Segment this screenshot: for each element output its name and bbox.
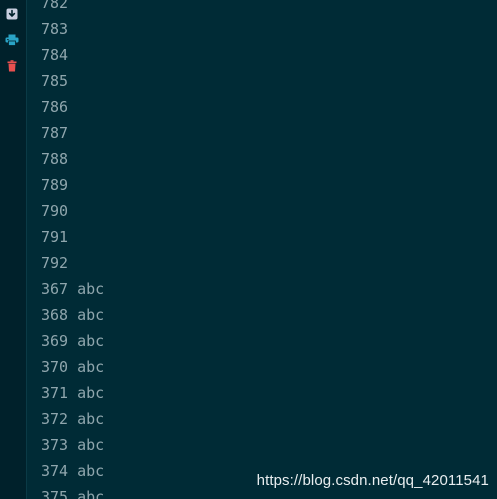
console-line: 791 xyxy=(41,228,69,246)
console-line: 786 xyxy=(41,98,69,116)
console-line: 789 xyxy=(41,176,69,194)
console-line: 787 xyxy=(41,124,69,142)
console-line: 368 abc xyxy=(41,306,105,324)
console-line: 783 xyxy=(41,20,69,38)
console-line: 784 xyxy=(41,46,69,64)
download-icon[interactable] xyxy=(5,7,19,21)
console-line: 373 abc xyxy=(41,436,105,454)
console-line: 367 abc xyxy=(41,280,105,298)
console-line: 790 xyxy=(41,202,69,220)
console-line: 370 abc xyxy=(41,358,105,376)
console-toolbar xyxy=(0,0,27,499)
trash-icon[interactable] xyxy=(5,59,19,73)
console-line: 792 xyxy=(41,254,69,272)
console-output: 782 783 784 785 786 787 788 789 790 791 792 367 abc… xyxy=(41,0,497,499)
blog-watermark: https://blog.csdn.net/qq_42011541 xyxy=(256,472,489,489)
console-line: 371 abc xyxy=(41,384,105,402)
console-line: 785 xyxy=(41,72,69,90)
print-icon[interactable] xyxy=(5,33,19,47)
console-line: 372 abc xyxy=(41,410,105,428)
console-line: 788 xyxy=(41,150,69,168)
console-line: 782 xyxy=(41,0,69,12)
console-line: 369 abc xyxy=(41,332,105,350)
